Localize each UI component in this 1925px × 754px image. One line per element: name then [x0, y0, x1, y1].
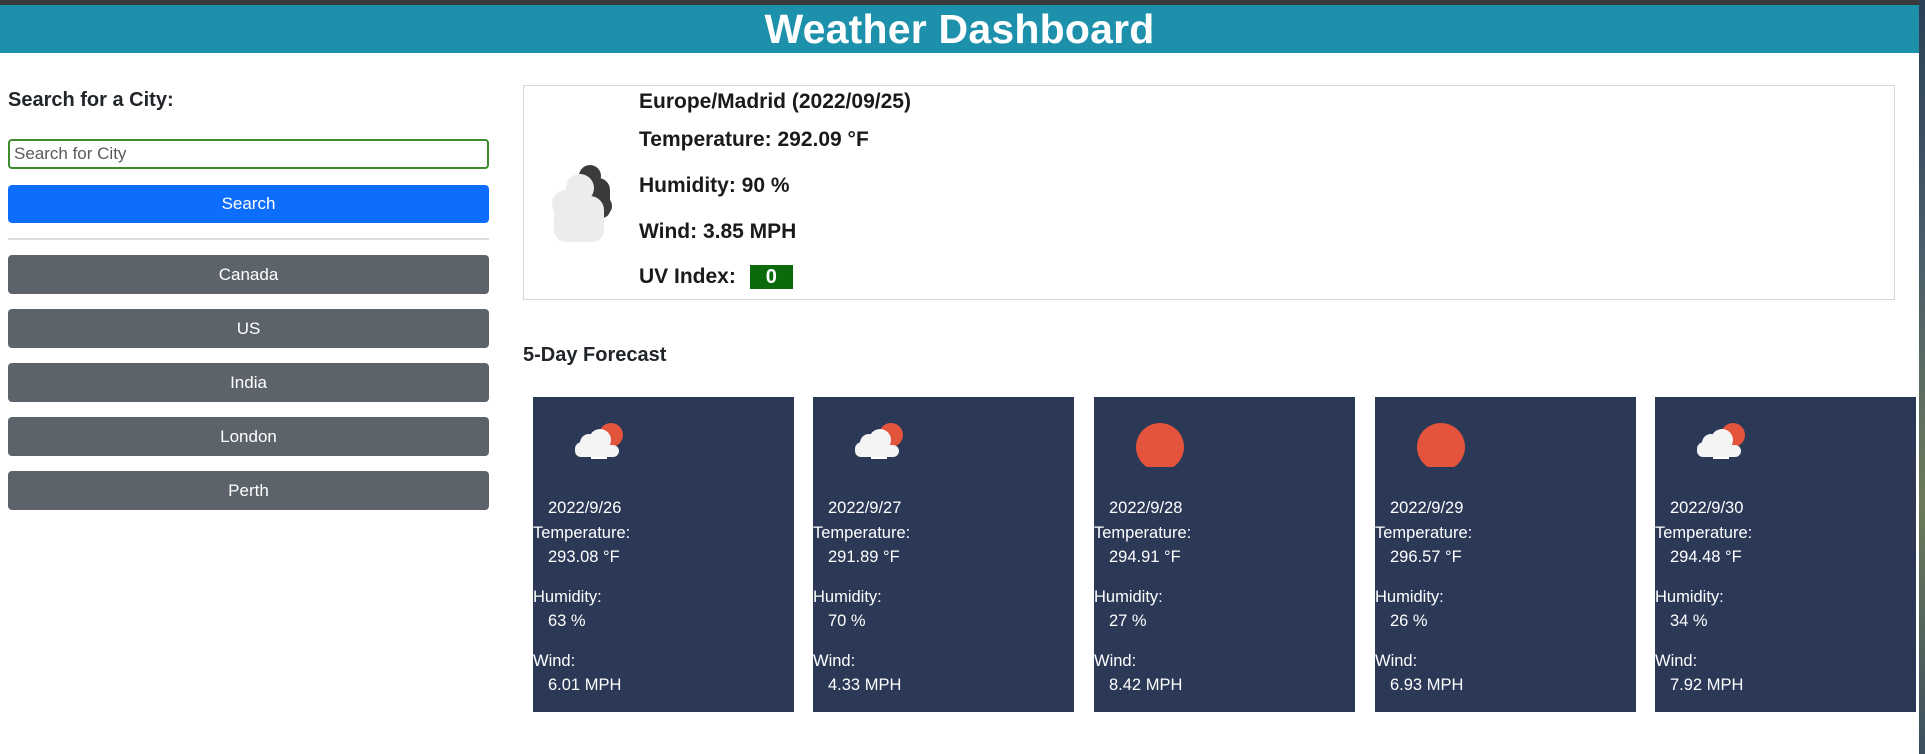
forecast-temperature: 291.89 °F [828, 548, 900, 566]
header-bar: Weather Dashboard [0, 5, 1919, 53]
current-uv-row: UV Index: 0 [639, 265, 793, 290]
search-button[interactable]: Search [8, 185, 489, 223]
forecast-humidity: 70 % [828, 612, 866, 630]
cloud-sun-icon [855, 423, 903, 459]
city-button-london[interactable]: London [8, 417, 489, 456]
forecast-wind-label: Wind: [1655, 652, 1698, 670]
city-button-canada[interactable]: Canada [8, 255, 489, 294]
forecast-heading: 5-Day Forecast [523, 344, 667, 366]
city-button-perth[interactable]: Perth [8, 471, 489, 510]
forecast-card: 2022/9/26 Temperature: 293.08 °F Humidit… [533, 397, 794, 712]
forecast-card: 2022/9/30 Temperature: 294.48 °F Humidit… [1655, 397, 1916, 712]
forecast-temperature-label: Temperature: [1094, 524, 1192, 542]
forecast-date: 2022/9/29 [1390, 499, 1464, 517]
search-heading: Search for a City: [8, 89, 174, 111]
window-edge-strip [1919, 0, 1925, 754]
forecast-date: 2022/9/27 [828, 499, 902, 517]
forecast-temperature: 296.57 °F [1390, 548, 1462, 566]
uv-index-badge: 0 [749, 265, 793, 290]
cloud-sun-icon [575, 423, 623, 459]
forecast-humidity: 34 % [1670, 612, 1708, 630]
forecast-humidity-label: Humidity: [1375, 588, 1444, 606]
dark-clouds-icon [552, 165, 612, 242]
forecast-temperature-label: Temperature: [1375, 524, 1473, 542]
forecast-card: 2022/9/29 Temperature: 296.57 °F Humidit… [1375, 397, 1636, 712]
forecast-wind: 8.42 MPH [1109, 676, 1183, 694]
sidebar-divider [8, 238, 489, 240]
current-temperature: Temperature: 292.09 °F [639, 128, 869, 151]
forecast-temperature: 294.48 °F [1670, 548, 1742, 566]
forecast-wind: 4.33 MPH [828, 676, 902, 694]
forecast-humidity: 26 % [1390, 612, 1428, 630]
current-wind: Wind: 3.85 MPH [639, 220, 797, 243]
sun-icon [1417, 423, 1465, 467]
uv-index-label: UV Index: [639, 265, 736, 288]
page-title: Weather Dashboard [764, 5, 1155, 52]
forecast-wind-label: Wind: [533, 652, 576, 670]
forecast-wind: 7.92 MPH [1670, 676, 1744, 694]
forecast-humidity-label: Humidity: [1655, 588, 1724, 606]
forecast-temperature: 293.08 °F [548, 548, 620, 566]
forecast-date: 2022/9/26 [548, 499, 622, 517]
forecast-humidity-label: Humidity: [1094, 588, 1163, 606]
forecast-temperature-label: Temperature: [1655, 524, 1753, 542]
forecast-date: 2022/9/28 [1109, 499, 1183, 517]
search-history-list: Canada US India London Perth [8, 255, 489, 525]
forecast-card: 2022/9/28 Temperature: 294.91 °F Humidit… [1094, 397, 1355, 712]
search-input[interactable] [8, 139, 489, 169]
forecast-humidity-label: Humidity: [813, 588, 882, 606]
forecast-card: 2022/9/27 Temperature: 291.89 °F Humidit… [813, 397, 1074, 712]
current-humidity: Humidity: 90 % [639, 174, 790, 197]
forecast-temperature-label: Temperature: [813, 524, 911, 542]
forecast-humidity: 63 % [548, 612, 586, 630]
forecast-wind-label: Wind: [1375, 652, 1418, 670]
forecast-temperature: 294.91 °F [1109, 548, 1181, 566]
city-button-us[interactable]: US [8, 309, 489, 348]
cloud-sun-icon [1697, 423, 1745, 459]
forecast-wind: 6.93 MPH [1390, 676, 1464, 694]
forecast-wind-label: Wind: [1094, 652, 1137, 670]
sun-icon [1136, 423, 1184, 467]
forecast-temperature-label: Temperature: [533, 524, 631, 542]
forecast-list: 2022/9/26 Temperature: 293.08 °F Humidit… [533, 397, 1917, 712]
forecast-date: 2022/9/30 [1670, 499, 1744, 517]
forecast-wind: 6.01 MPH [548, 676, 622, 694]
forecast-wind-label: Wind: [813, 652, 856, 670]
current-weather-card: Europe/Madrid (2022/09/25) Temperature: … [523, 85, 1895, 300]
forecast-humidity-label: Humidity: [533, 588, 602, 606]
city-button-india[interactable]: India [8, 363, 489, 402]
current-city-date: Europe/Madrid (2022/09/25) [639, 90, 911, 113]
forecast-humidity: 27 % [1109, 612, 1147, 630]
